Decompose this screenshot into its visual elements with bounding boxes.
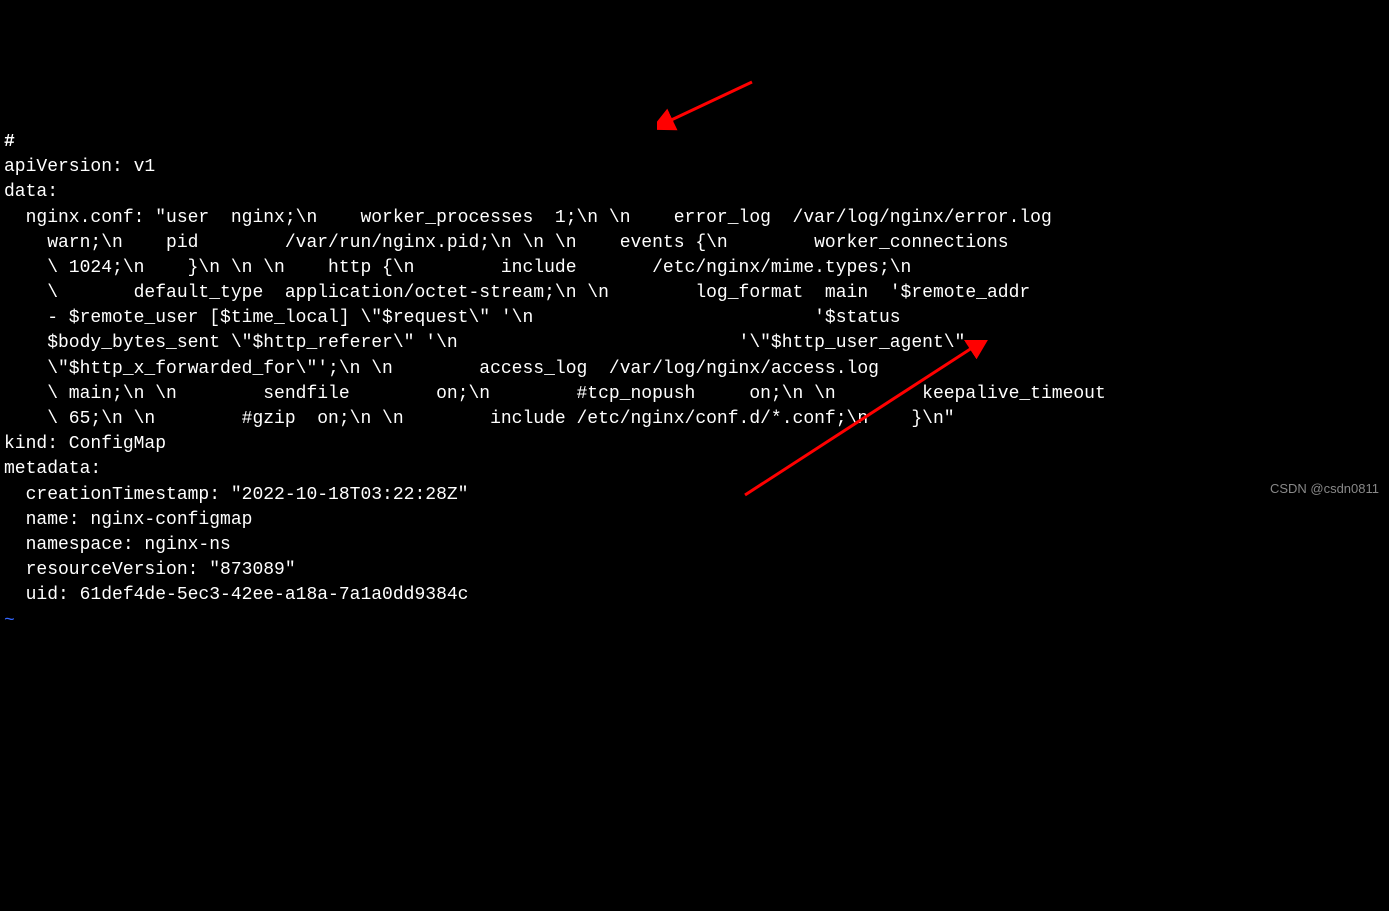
yaml-line-creationtimestamp: creationTimestamp: "2022-10-18T03:22:28Z…	[4, 485, 468, 505]
yaml-line-nginxconf-3: \ 1024;\n }\n \n \n http {\n include /et…	[4, 258, 911, 278]
yaml-line-nginxconf-9: \ 65;\n \n #gzip on;\n \n include /etc/n…	[4, 409, 955, 429]
yaml-line-nginxconf-2: warn;\n pid /var/run/nginx.pid;\n \n \n …	[4, 233, 1009, 253]
yaml-line-namespace: namespace: nginx-ns	[4, 535, 231, 555]
yaml-line-metadata: metadata:	[4, 459, 101, 479]
prompt-line: #	[4, 132, 15, 152]
terminal-output: # apiVersion: v1 data: nginx.conf: "user…	[4, 105, 1385, 634]
yaml-line-nginxconf-7: \"$http_x_forwarded_for\"';\n \n access_…	[4, 359, 879, 379]
yaml-line-resourceversion: resourceVersion: "873089"	[4, 560, 296, 580]
vim-tilde-line: ~	[4, 611, 15, 631]
yaml-line-apiversion: apiVersion: v1	[4, 157, 155, 177]
yaml-line-nginxconf-4: \ default_type application/octet-stream;…	[4, 283, 1030, 303]
yaml-line-data: data:	[4, 182, 58, 202]
yaml-line-kind: kind: ConfigMap	[4, 434, 166, 454]
yaml-line-nginxconf-5: - $remote_user [$time_local] \"$request\…	[4, 308, 901, 328]
csdn-watermark: CSDN @csdn0811	[1270, 480, 1379, 498]
yaml-line-nginxconf-1: nginx.conf: "user nginx;\n worker_proces…	[4, 208, 1052, 228]
yaml-line-nginxconf-8: \ main;\n \n sendfile on;\n #tcp_nopush …	[4, 384, 1106, 404]
yaml-line-name: name: nginx-configmap	[4, 510, 252, 530]
yaml-line-uid: uid: 61def4de-5ec3-42ee-a18a-7a1a0dd9384…	[4, 585, 468, 605]
yaml-line-nginxconf-6: $body_bytes_sent \"$http_referer\" '\n '…	[4, 333, 965, 353]
